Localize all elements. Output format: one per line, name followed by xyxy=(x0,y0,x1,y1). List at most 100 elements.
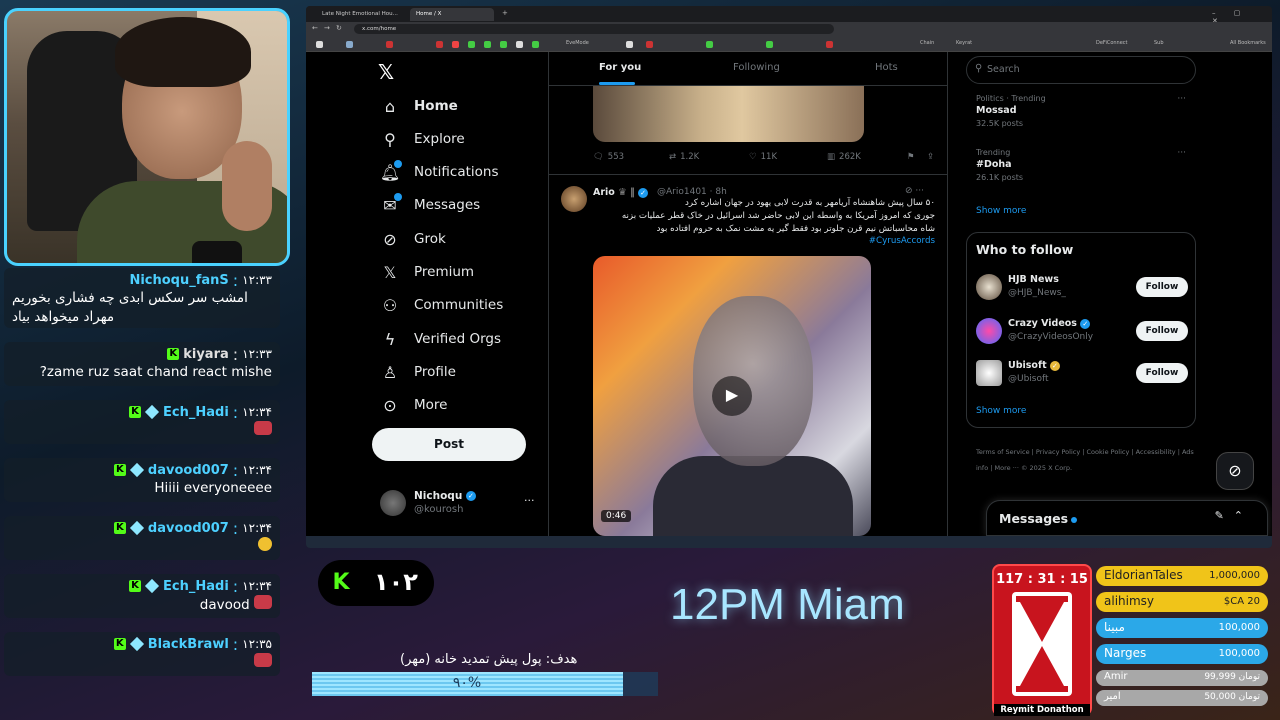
streamer-hand xyxy=(222,141,272,231)
more-dots-icon[interactable]: ⊘ ··· xyxy=(905,186,924,196)
follow-button[interactable]: Follow xyxy=(1136,363,1188,383)
chat-username[interactable]: davood007 xyxy=(148,463,229,478)
reload-icon[interactable]: ↻ xyxy=(336,24,342,32)
tab-hots[interactable]: Hots xyxy=(875,62,898,73)
bookmark-button[interactable]: ⚑ xyxy=(907,152,915,162)
nav-verified-orgs[interactable]: ϟ Verified Orgs xyxy=(380,327,501,351)
previous-tweet-image[interactable] xyxy=(593,86,864,142)
post-button[interactable]: Post xyxy=(372,428,526,461)
bookmark-icon[interactable] xyxy=(436,41,443,48)
forward-icon[interactable]: → xyxy=(324,24,330,32)
donor-name: alihimsy xyxy=(1104,594,1155,608)
chat-username[interactable]: Ech_Hadi xyxy=(163,405,229,420)
follow-button[interactable]: Follow xyxy=(1136,277,1188,297)
trend-name: Mossad xyxy=(976,105,1017,116)
browser-tab[interactable]: Late Night Emotional Hou... xyxy=(316,8,406,21)
nav-explore[interactable]: ⚲ Explore xyxy=(380,127,465,151)
x-logo-icon[interactable]: 𝕏 xyxy=(378,60,394,84)
nav-home[interactable]: ⌂ Home xyxy=(380,94,458,118)
bookmark-icon[interactable] xyxy=(646,41,653,48)
more-dots-icon[interactable]: ··· xyxy=(1177,148,1186,158)
nav-grok[interactable]: ⊘ Grok xyxy=(380,227,446,251)
messages-drawer[interactable]: Messages ✎⌃ xyxy=(986,500,1268,536)
bookmarks-bar: EveMode Chain Keyrat DeFiConnect Sub All… xyxy=(306,36,1272,52)
nav-more[interactable]: ⊙ More xyxy=(380,393,447,417)
leaderboard-row: Narges 100,000 xyxy=(1096,644,1268,664)
footer-links[interactable]: Terms of Service | Privacy Policy | Cook… xyxy=(976,444,1196,476)
kick-badge-icon: K xyxy=(167,348,180,360)
bookmark-icon[interactable] xyxy=(626,41,633,48)
tab-for-you[interactable]: For you xyxy=(599,62,641,73)
bookmark-icon[interactable] xyxy=(484,41,491,48)
bookmark-icon[interactable] xyxy=(386,41,393,48)
bookmark-label[interactable]: Keyrat xyxy=(956,40,972,46)
nav-communities[interactable]: ⚇ Communities xyxy=(380,293,503,317)
compose-and-expand-icon[interactable]: ✎⌃ xyxy=(1215,509,1253,522)
chat-username[interactable]: kiyara xyxy=(183,347,229,362)
show-more-link[interactable]: Show more xyxy=(976,406,1026,416)
bookmark-icon[interactable] xyxy=(500,41,507,48)
search-input[interactable]: ⚲ Search xyxy=(966,56,1196,84)
bookmark-icon[interactable] xyxy=(826,41,833,48)
kick-badge-icon: K xyxy=(129,580,142,592)
bookmark-icon[interactable] xyxy=(452,41,459,48)
play-icon[interactable]: ▶ xyxy=(712,376,752,416)
nav-premium[interactable]: 𝕏 Premium xyxy=(380,260,475,284)
unread-dot xyxy=(1071,516,1078,523)
follow-button[interactable]: Follow xyxy=(1136,321,1188,341)
hashtag-link[interactable]: #CyrusAccords xyxy=(869,236,935,246)
trend-count: 32.5K posts xyxy=(976,119,1024,128)
bookmark-icon[interactable] xyxy=(766,41,773,48)
follow-suggestion[interactable]: HJB News @HJB_News_ Follow xyxy=(976,272,1188,302)
bookmark-icon[interactable] xyxy=(468,41,475,48)
diamond-badge-icon xyxy=(129,520,144,536)
bookmark-icon[interactable] xyxy=(316,41,323,48)
share-button[interactable]: ⇪ xyxy=(927,152,934,162)
tab-following[interactable]: Following xyxy=(733,62,780,73)
bookmark-label[interactable]: All Bookmarks xyxy=(1230,40,1266,46)
chat-username[interactable]: davood007 xyxy=(148,521,229,536)
more-dots-icon[interactable]: ··· xyxy=(524,494,535,507)
bookmark-icon[interactable] xyxy=(706,41,713,48)
trend-category: Politics · Trending xyxy=(976,94,1046,103)
nav-profile[interactable]: ♙ Profile xyxy=(380,360,456,384)
profile-handle: @kourosh xyxy=(414,504,464,515)
viewer-count: ۱۰۲ xyxy=(374,568,418,596)
repost-button[interactable]: ⇄ 1.2K xyxy=(669,152,699,162)
grok-icon[interactable]: ⊘ xyxy=(1216,452,1254,490)
bookmark-label[interactable]: Sub xyxy=(1154,40,1164,46)
tweet-author-name[interactable]: Ario ♛ ‖ ✓ xyxy=(593,187,649,198)
back-icon[interactable]: ← xyxy=(312,24,318,32)
trend-item[interactable]: Politics · Trending Mossad 32.5K posts ·… xyxy=(976,94,1196,128)
nav-label: Messages xyxy=(414,197,481,213)
trend-item[interactable]: Trending #Doha 26.1K posts ··· xyxy=(976,148,1196,182)
video-face xyxy=(693,296,813,466)
browser-tab-active[interactable]: Home / X xyxy=(410,8,494,21)
tweet-video[interactable]: ▶ 0:46 xyxy=(593,256,871,536)
nav-notifications[interactable]: 🔔︎ Notifications xyxy=(380,160,499,184)
url-input[interactable]: x.com/home xyxy=(354,24,834,34)
bookmark-icon[interactable] xyxy=(346,41,353,48)
bookmark-label[interactable]: Chain xyxy=(920,40,934,46)
nav-messages[interactable]: ✉ Messages xyxy=(380,193,480,217)
bookmark-label[interactable]: DeFiConnect xyxy=(1096,40,1128,46)
chat-username[interactable]: BlackBrawl xyxy=(148,637,229,652)
bookmark-label[interactable]: EveMode xyxy=(566,40,589,46)
follow-suggestion[interactable]: Ubisoft ✓ @Ubisoft Follow xyxy=(976,358,1188,388)
like-button[interactable]: ♡ 11K xyxy=(749,152,777,162)
follow-suggestion[interactable]: Crazy Videos ✓ @CrazyVideosOnly Follow xyxy=(976,316,1188,346)
search-icon: ⚲ xyxy=(975,63,983,74)
donor-amount: 100,000 xyxy=(1218,648,1260,659)
reply-button[interactable]: 🗨︎ 553 xyxy=(593,152,624,162)
verified-badge-icon: ✓ xyxy=(1080,318,1091,329)
views-button[interactable]: ▥ 262K xyxy=(827,152,861,162)
tweet-author-handle[interactable]: @Ario1401 · 8h xyxy=(657,187,727,197)
avatar[interactable] xyxy=(561,186,587,212)
new-tab-icon[interactable]: + xyxy=(502,9,508,17)
show-more-link[interactable]: Show more xyxy=(976,206,1026,216)
chat-username[interactable]: Ech_Hadi xyxy=(163,579,229,594)
more-dots-icon[interactable]: ··· xyxy=(1177,94,1186,104)
chat-username[interactable]: Nichoqu_fanS xyxy=(129,273,228,288)
bookmark-icon[interactable] xyxy=(532,41,539,48)
bookmark-icon[interactable] xyxy=(516,41,523,48)
